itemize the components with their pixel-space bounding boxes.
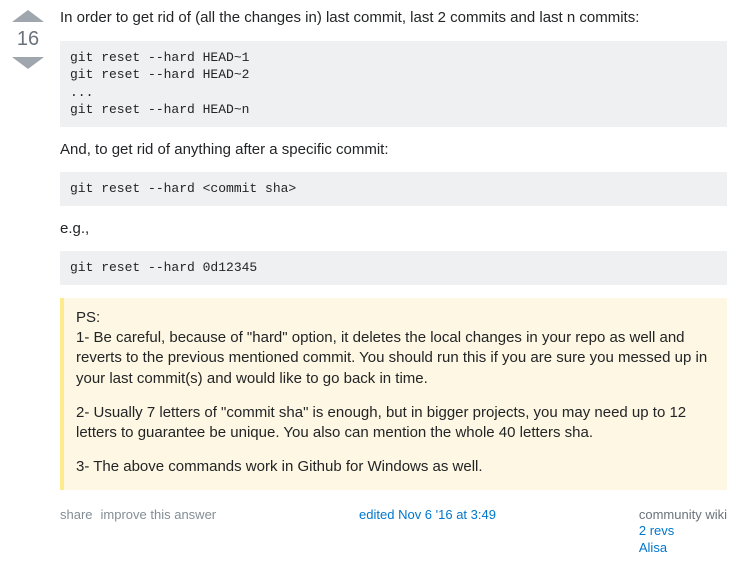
paragraph-eg: e.g., xyxy=(60,219,727,239)
ps-item-2: 2- Usually 7 letters of "commit sha" is … xyxy=(76,403,715,444)
prose: In order to get rid of (all the changes … xyxy=(60,8,727,490)
paragraph-after: And, to get rid of anything after a spec… xyxy=(60,140,727,160)
answer-container: 16 In order to get rid of (all the chang… xyxy=(0,8,735,567)
revisions-link[interactable]: 2 revs xyxy=(639,522,727,540)
ps-item-3: 3- The above commands work in Github for… xyxy=(76,457,715,477)
author-link[interactable]: Alisa xyxy=(639,539,727,557)
improve-link[interactable]: improve this answer xyxy=(101,507,217,522)
share-link[interactable]: share xyxy=(60,507,93,522)
ps-note: PS: 1- Be careful, because of "hard" opt… xyxy=(60,298,727,490)
code-block-reset-sha: git reset --hard <commit sha> xyxy=(60,172,727,206)
wiki-info: community wiki 2 revs Alisa xyxy=(639,507,727,557)
edited-link[interactable]: edited Nov 6 '16 at 3:49 xyxy=(359,507,496,522)
community-wiki-label: community wiki xyxy=(639,507,727,522)
ps-item-1: 1- Be careful, because of "hard" option,… xyxy=(76,329,707,387)
upvote-icon[interactable] xyxy=(12,10,44,22)
paragraph-intro: In order to get rid of (all the changes … xyxy=(60,8,727,28)
answer-body: In order to get rid of (all the changes … xyxy=(60,8,727,557)
answer-menu: share improve this answer edited Nov 6 '… xyxy=(60,503,727,557)
menu-left: share improve this answer xyxy=(60,507,216,522)
downvote-icon[interactable] xyxy=(12,57,44,69)
code-block-reset-n: git reset --hard HEAD~1 git reset --hard… xyxy=(60,41,727,127)
ps-label: PS: xyxy=(76,309,100,326)
vote-column: 16 xyxy=(8,8,48,557)
vote-score: 16 xyxy=(17,28,39,51)
code-block-example: git reset --hard 0d12345 xyxy=(60,251,727,285)
